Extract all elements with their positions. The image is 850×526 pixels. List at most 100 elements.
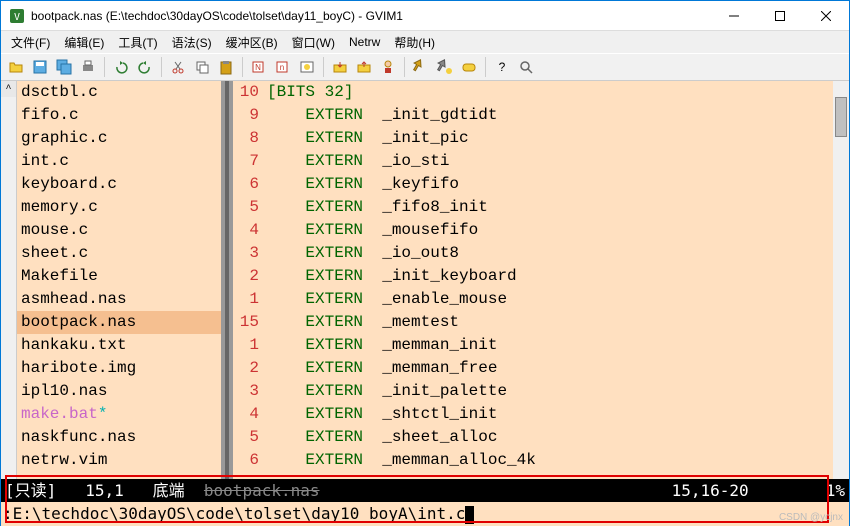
code-row[interactable]: 6 EXTERN _keyfifo [233,173,849,196]
menu-netrw[interactable]: Netrw [343,33,386,51]
command-line[interactable]: :E:\techdoc\30dayOS\code\tolset\day10_bo… [1,502,849,526]
file-row[interactable]: netrw.vim [17,449,221,472]
right-scrollbar[interactable] [833,81,849,479]
menu-tools[interactable]: 工具(T) [112,32,163,53]
code-row[interactable]: 6 EXTERN _memman_alloc_4k [233,449,849,472]
code-text: EXTERN _init_keyboard [267,265,849,288]
file-row[interactable]: ipl10.nas [17,380,221,403]
file-row[interactable]: int.c [17,150,221,173]
file-row[interactable]: memory.c [17,196,221,219]
file-row[interactable]: bootpack.nas [17,311,221,334]
status-left-pos: 15,1 [85,481,124,500]
help-icon[interactable]: ? [491,56,513,78]
file-row[interactable]: sheet.c [17,242,221,265]
minimize-button[interactable] [711,1,757,30]
status-filename-struck: bootpack.nas [204,481,320,500]
file-list-pane[interactable]: dsctbl.cfifo.cgraphic.cint.ckeyboard.cme… [17,81,221,479]
file-row[interactable]: naskfunc.nas [17,426,221,449]
menu-file[interactable]: 文件(F) [5,32,56,53]
status-left-end: 底端 [153,481,185,500]
saveall-icon[interactable] [53,56,75,78]
code-row[interactable]: 15 EXTERN _memtest [233,311,849,334]
line-number: 10 [233,81,267,104]
file-row[interactable]: mouse.c [17,219,221,242]
code-text: EXTERN _io_sti [267,150,849,173]
separator [161,57,162,77]
menu-syntax[interactable]: 语法(S) [166,32,218,53]
findnext-icon[interactable]: n [272,56,294,78]
line-number: 3 [233,242,267,265]
code-row[interactable]: 8 EXTERN _init_pic [233,127,849,150]
code-text: EXTERN _init_palette [267,380,849,403]
code-text: EXTERN _init_pic [267,127,849,150]
file-row[interactable]: dsctbl.c [17,81,221,104]
code-row[interactable]: 9 EXTERN _init_gdtidt [233,104,849,127]
menu-window[interactable]: 窗口(W) [286,32,341,53]
file-row[interactable]: haribote.img [17,357,221,380]
code-row[interactable]: 2 EXTERN _init_keyboard [233,265,849,288]
code-text: EXTERN _memman_free [267,357,849,380]
code-row[interactable]: 5 EXTERN _sheet_alloc [233,426,849,449]
status-readonly: [只读] [5,481,56,500]
code-row[interactable]: 1 EXTERN _enable_mouse [233,288,849,311]
find-icon[interactable]: N [248,56,270,78]
open-icon[interactable] [5,56,27,78]
line-number: 9 [233,104,267,127]
run-script-icon[interactable] [377,56,399,78]
close-button[interactable] [803,1,849,30]
code-row[interactable]: 3 EXTERN _init_palette [233,380,849,403]
redo-icon[interactable] [134,56,156,78]
file-row[interactable]: asmhead.nas [17,288,221,311]
maximize-button[interactable] [757,1,803,30]
code-text: EXTERN _mousefifo [267,219,849,242]
code-row[interactable]: 4 EXTERN _mousefifo [233,219,849,242]
paste-icon[interactable] [215,56,237,78]
file-row[interactable]: fifo.c [17,104,221,127]
ctags-icon[interactable] [458,56,480,78]
search-help-icon[interactable] [515,56,537,78]
code-text: EXTERN _memman_init [267,334,849,357]
svg-text:n: n [280,63,284,72]
toolbar: N n ? [1,53,849,81]
code-row[interactable]: 5 EXTERN _fifo8_init [233,196,849,219]
file-row[interactable]: Makefile [17,265,221,288]
code-pane[interactable]: 10[BITS 32]9 EXTERN _init_gdtidt8 EXTERN… [233,81,849,479]
scroll-up-icon[interactable]: ^ [1,81,16,97]
watermark: CSDN @ycjnx [779,512,843,523]
separator [104,57,105,77]
status-percent: 1% [826,481,845,500]
save-icon[interactable] [29,56,51,78]
scrollbar-thumb[interactable] [835,97,847,137]
session-load-icon[interactable] [329,56,351,78]
menu-help[interactable]: 帮助(H) [388,32,441,53]
code-row[interactable]: 3 EXTERN _io_out8 [233,242,849,265]
session-save-icon[interactable] [353,56,375,78]
line-number: 5 [233,426,267,449]
line-number: 6 [233,173,267,196]
app-icon: V [9,8,25,24]
title-bar: V bootpack.nas (E:\techdoc\30dayOS\code\… [1,1,849,31]
code-row[interactable]: 7 EXTERN _io_sti [233,150,849,173]
code-row[interactable]: 10[BITS 32] [233,81,849,104]
undo-icon[interactable] [110,56,132,78]
code-row[interactable]: 2 EXTERN _memman_free [233,357,849,380]
print-icon[interactable] [77,56,99,78]
vertical-split[interactable] [221,81,233,479]
left-scrollbar[interactable]: ^ [1,81,17,479]
file-row[interactable]: keyboard.c [17,173,221,196]
code-row[interactable]: 1 EXTERN _memman_init [233,334,849,357]
shell-icon[interactable] [434,56,456,78]
menu-edit[interactable]: 编辑(E) [58,32,110,53]
separator [485,57,486,77]
file-row[interactable]: make.bat* [17,403,221,426]
file-row[interactable]: hankaku.txt [17,334,221,357]
file-row[interactable]: graphic.c [17,127,221,150]
replace-icon[interactable] [296,56,318,78]
code-text: EXTERN _keyfifo [267,173,849,196]
code-row[interactable]: 4 EXTERN _shtctl_init [233,403,849,426]
cut-icon[interactable] [167,56,189,78]
menu-buffers[interactable]: 缓冲区(B) [220,32,284,53]
editor-area: ^ dsctbl.cfifo.cgraphic.cint.ckeyboard.c… [1,81,849,479]
copy-icon[interactable] [191,56,213,78]
make-icon[interactable] [410,56,432,78]
